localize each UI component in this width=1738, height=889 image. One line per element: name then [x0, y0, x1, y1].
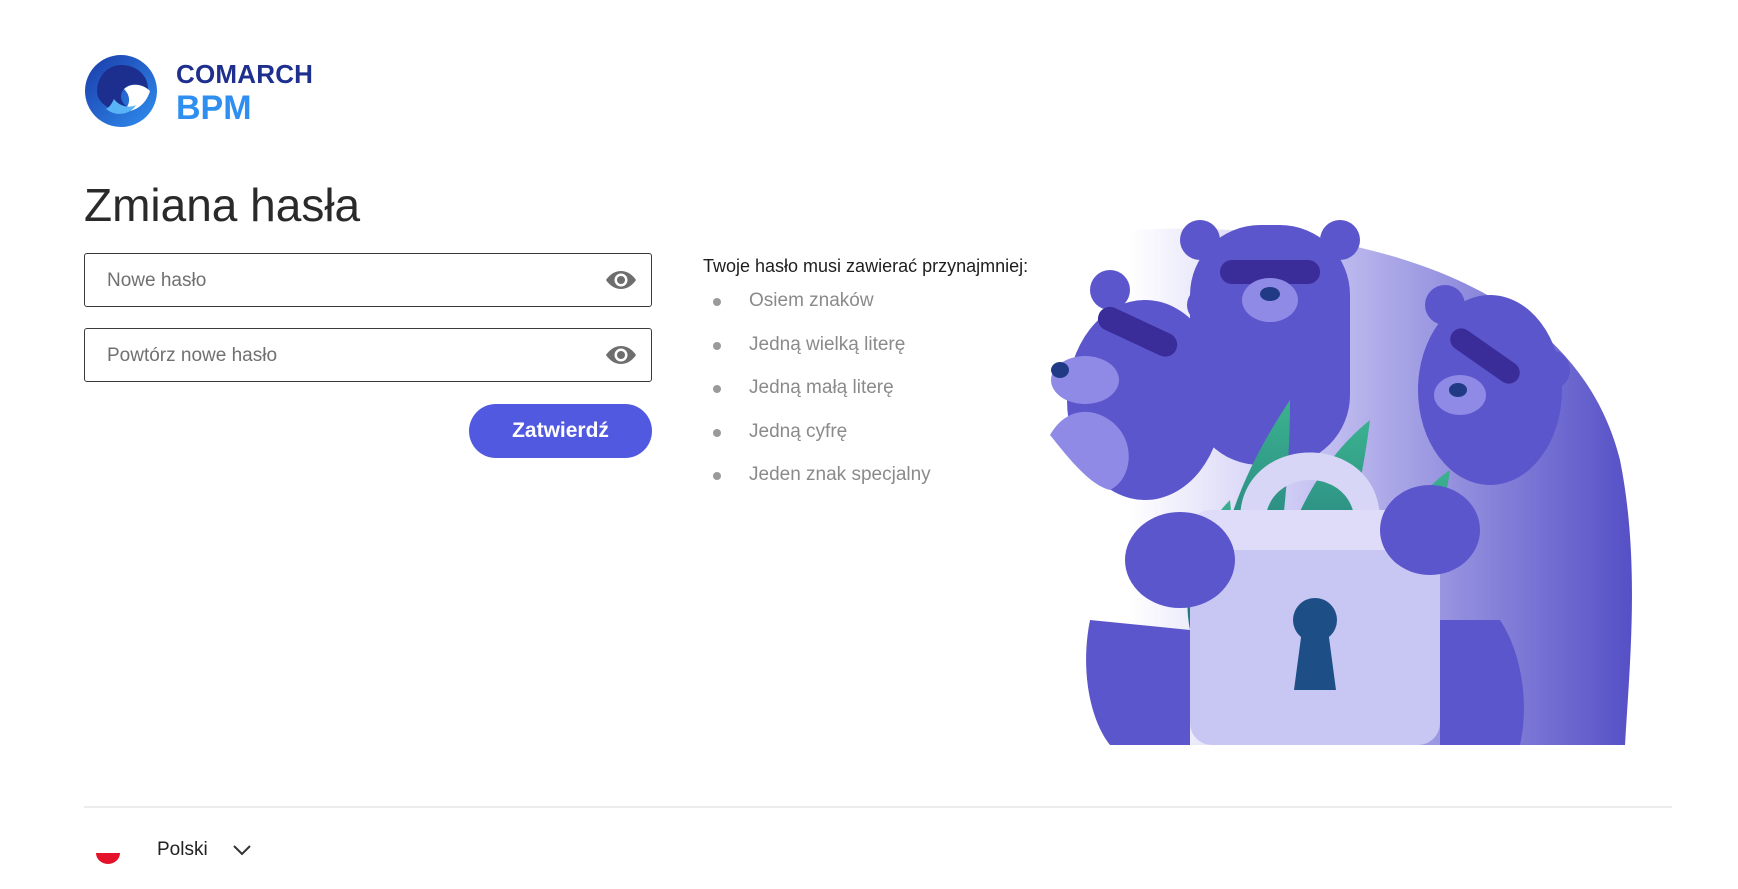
requirement-item: Jedną wielką literę — [703, 330, 931, 374]
language-selector[interactable]: Polski — [94, 836, 264, 866]
bullet-icon — [713, 341, 721, 350]
requirement-label: Jeden znak specjalny — [749, 464, 931, 485]
submit-button[interactable]: Zatwierdź — [469, 404, 652, 458]
eye-icon[interactable] — [605, 267, 637, 293]
requirement-item: Osiem znaków — [703, 286, 931, 330]
new-password-input[interactable] — [105, 254, 589, 307]
eye-icon[interactable] — [605, 342, 637, 368]
requirement-label: Osiem znaków — [749, 290, 874, 311]
requirement-item: Jedną małą literę — [703, 373, 931, 417]
requirement-label: Jedną małą literę — [749, 377, 894, 398]
requirement-label: Jedną cyfrę — [749, 420, 848, 442]
repeat-password-input[interactable] — [105, 329, 589, 382]
page-title: Zmiana hasła — [84, 179, 361, 231]
bears-padlock-illustration — [1050, 220, 1632, 745]
bullet-icon — [713, 298, 721, 306]
requirements-list: Osiem znaków Jedną wielką literę Jedną m… — [703, 286, 931, 504]
language-label: Polski — [157, 839, 208, 860]
bullet-icon — [713, 472, 721, 480]
bullet-icon — [713, 428, 721, 437]
new-password-field[interactable] — [84, 253, 652, 307]
bullet-icon — [713, 385, 721, 393]
brand-logo: COMARCH BPM — [84, 53, 324, 129]
requirement-item: Jedną cyfrę — [703, 417, 931, 461]
requirements-title: Twoje hasło musi zawierać przynajmniej: — [703, 256, 1029, 276]
requirement-item: Jeden znak specjalny — [703, 460, 931, 504]
repeat-password-field[interactable] — [84, 328, 652, 382]
footer-divider — [84, 806, 1672, 808]
comarch-logo-icon — [85, 55, 157, 127]
product-name: BPM — [176, 89, 252, 127]
requirement-label: Jedną wielką literę — [749, 333, 906, 355]
chevron-down-icon[interactable] — [232, 842, 252, 858]
poland-flag-icon — [96, 842, 120, 864]
brand-name: COMARCH — [176, 59, 314, 89]
